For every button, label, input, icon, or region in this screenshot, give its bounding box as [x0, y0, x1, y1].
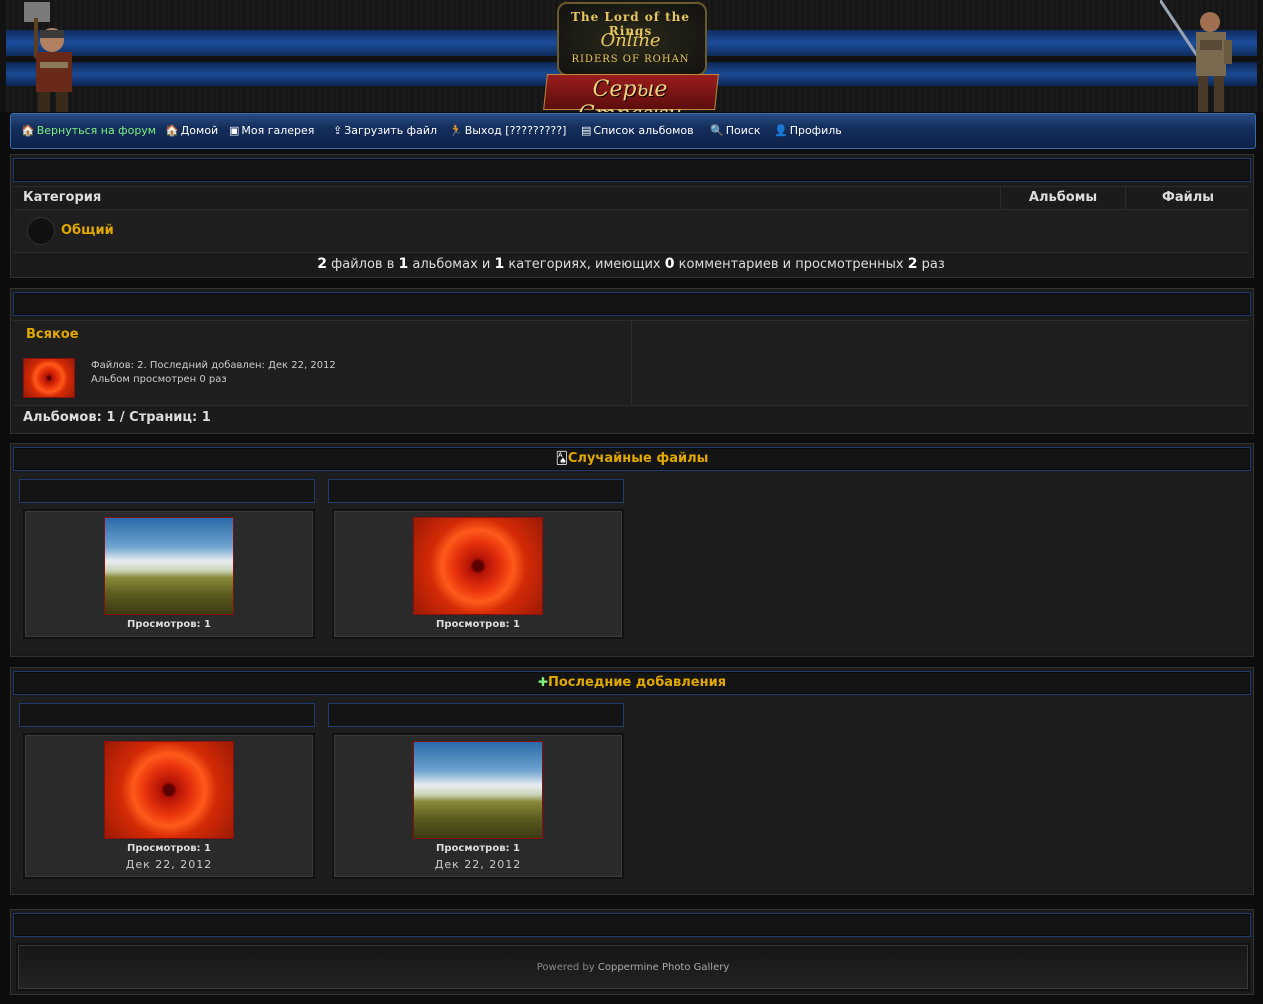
knight-warrior-image — [1160, 0, 1232, 112]
empty-cell — [940, 697, 1249, 890]
latest-file-cell: Просмотров: 1 Дек 22, 2012 — [13, 697, 323, 890]
stats-text: раз — [921, 257, 945, 272]
album-views-info: Альбом просмотрен 0 раз — [91, 374, 227, 385]
profile-icon: 👤 — [774, 124, 788, 137]
nav-label: Поиск — [725, 124, 761, 137]
stats-views: 2 — [907, 256, 918, 272]
search-icon: 🔍 — [710, 124, 724, 137]
albums-title-bar — [13, 292, 1251, 316]
site-logo[interactable]: The Lord of the Rings Online RIDERS OF R… — [543, 2, 719, 112]
latest-additions-label: Последние добавления — [547, 675, 727, 690]
nav-back-to-forum[interactable]: 🏠 Вернуться на форум — [21, 124, 156, 137]
cards-icon: 🂡 — [555, 451, 568, 465]
file-thumbnail[interactable] — [104, 741, 234, 839]
file-date: Дек 22, 2012 — [434, 858, 522, 871]
coppermine-link[interactable]: Coppermine Photo Gallery — [598, 962, 729, 973]
albums-pagination: Альбомов: 1 / Страниц: 1 — [13, 405, 1249, 430]
nav-my-gallery[interactable]: ▣ Моя галерея — [229, 124, 314, 137]
nav-label: Выход [?????????] — [464, 124, 567, 137]
random-files-label: Случайные файлы — [567, 451, 709, 466]
logo-banner-text: Серые Стражи — [578, 77, 682, 112]
category-link[interactable]: Общий — [61, 223, 114, 238]
add-file-icon: ✚ — [537, 675, 548, 689]
empty-cell — [940, 473, 1249, 652]
album-thumbnail[interactable] — [23, 358, 75, 398]
nav-profile[interactable]: 👤 Профиль — [774, 124, 842, 137]
nav-label: Вернуться на форум — [36, 124, 157, 137]
latest-additions-title: ✚Последние добавления — [14, 675, 1250, 690]
file-title-bar — [328, 703, 624, 727]
nav-label: Профиль — [789, 124, 842, 137]
categories-title-bar — [13, 158, 1251, 182]
gallery-icon: ▣ — [229, 124, 240, 137]
file-views: Просмотров: 1 — [127, 619, 211, 630]
file-title-bar — [19, 703, 315, 727]
nav-home[interactable]: 🏠 Домой — [165, 124, 218, 137]
nav-album-list[interactable]: ▤ Список альбомов — [581, 124, 694, 137]
random-file-cell: Просмотров: 1 — [322, 473, 632, 652]
stats-text: файлов в — [331, 257, 395, 272]
file-views: Просмотров: 1 — [436, 619, 520, 630]
file-frame: Просмотров: 1 Дек 22, 2012 — [332, 733, 624, 879]
stats-comments: 0 — [664, 256, 675, 272]
file-title-bar — [328, 479, 624, 503]
albums-icon: ▤ — [581, 124, 592, 137]
stats-text: альбомах и — [412, 257, 491, 272]
file-frame: Просмотров: 1 — [332, 509, 624, 639]
gallery-stats: 2 файлов в 1 альбомах и 1 категориях, им… — [13, 252, 1249, 275]
nav-label: Загрузить файл — [344, 124, 437, 137]
album-link[interactable]: Всякое — [26, 327, 79, 342]
albums-count: Альбомов: 1 / Страниц: 1 — [23, 410, 211, 425]
upload-icon: ⇪ — [333, 124, 343, 137]
file-thumbnail[interactable] — [413, 741, 543, 839]
main-navigation: 🏠 Вернуться на форум 🏠 Домой ▣ Моя галерея … — [10, 113, 1256, 149]
nav-label: Моя галерея — [241, 124, 315, 137]
file-views: Просмотров: 1 — [436, 843, 520, 854]
logout-icon: 🏃 — [449, 124, 463, 137]
album-column-divider — [631, 321, 632, 405]
column-albums: Альбомы — [1000, 187, 1125, 209]
random-file-cell: Просмотров: 1 — [13, 473, 323, 652]
categories-header-row: Категория Альбомы Файлы — [13, 186, 1249, 209]
column-files: Файлы — [1125, 187, 1250, 209]
logo-subtitle: Online — [600, 30, 661, 51]
album-info: Файлов: 2. Последний добавлен: Дек 22, 2… — [91, 360, 336, 371]
stats-categories: 1 — [494, 256, 505, 272]
category-icon — [27, 217, 55, 245]
footer-title-bar — [13, 913, 1251, 937]
empty-cell — [631, 697, 941, 890]
file-views: Просмотров: 1 — [127, 843, 211, 854]
stats-text: категориях, имеющих — [508, 257, 661, 272]
stats-text: комментариев и просмотренных — [678, 257, 904, 272]
column-category: Категория — [23, 190, 102, 205]
stats-albums: 1 — [398, 256, 409, 272]
home-icon: 🏠 — [21, 124, 35, 137]
nav-label: Домой — [180, 124, 219, 137]
site-header: The Lord of the Rings Online RIDERS OF R… — [0, 0, 1263, 112]
empty-cell — [631, 473, 941, 652]
logo-expansion: RIDERS OF ROHAN — [571, 54, 690, 65]
latest-additions-title-bar: ✚Последние добавления — [13, 671, 1251, 695]
nav-search[interactable]: 🔍 Поиск — [710, 124, 761, 137]
file-thumbnail[interactable] — [413, 517, 543, 615]
nav-logout[interactable]: 🏃 Выход [?????????] — [449, 124, 566, 137]
nav-label: Список альбомов — [593, 124, 694, 137]
powered-by-label: Powered by — [536, 962, 595, 973]
home-icon: 🏠 — [165, 124, 179, 137]
file-title-bar — [19, 479, 315, 503]
file-date: Дек 22, 2012 — [125, 858, 213, 871]
nav-upload-file[interactable]: ⇪ Загрузить файл — [333, 124, 437, 137]
powered-by: Powered by Coppermine Photo Gallery — [18, 962, 1248, 973]
file-frame: Просмотров: 1 Дек 22, 2012 — [23, 733, 315, 879]
file-frame: Просмотров: 1 — [23, 509, 315, 639]
latest-file-cell: Просмотров: 1 Дек 22, 2012 — [322, 697, 632, 890]
footer-box: Powered by Coppermine Photo Gallery — [16, 943, 1250, 991]
category-row: Общий — [13, 209, 1249, 252]
random-files-title-bar: 🂡Случайные файлы — [13, 447, 1251, 471]
random-files-title: 🂡Случайные файлы — [14, 451, 1250, 466]
dwarf-warrior-image — [24, 2, 72, 112]
album-row: Всякое Файлов: 2. Последний добавлен: Де… — [13, 320, 1249, 405]
stats-files: 2 — [317, 256, 327, 272]
file-thumbnail[interactable] — [104, 517, 234, 615]
